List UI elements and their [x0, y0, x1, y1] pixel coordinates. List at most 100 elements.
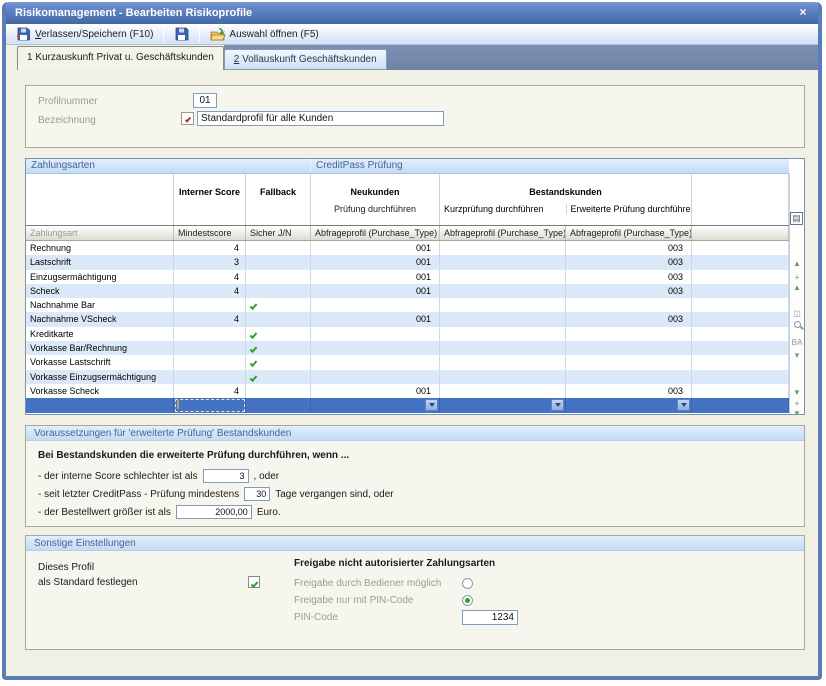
scroll-last-icon[interactable]: ▼: [791, 409, 803, 415]
order-value-input[interactable]: [176, 505, 252, 519]
search-icon[interactable]: [791, 321, 803, 332]
cell-abfrageprofil-neu[interactable]: 001: [311, 384, 440, 398]
cell-zahlungsart[interactable]: Lastschrift: [26, 255, 174, 269]
cell-abfrageprofil-neu[interactable]: 001: [311, 312, 440, 326]
header-kurzpruefung[interactable]: Kurzprüfung durchführen: [440, 204, 566, 214]
scroll-first-icon[interactable]: ▲: [791, 259, 803, 270]
cell-abfrageprofil-neu[interactable]: 001: [311, 270, 440, 284]
row-up-icon[interactable]: ▲: [791, 283, 803, 294]
cell-abfrageprofil-kurz[interactable]: [440, 384, 566, 398]
default-profile-checkbox[interactable]: [248, 576, 260, 588]
cell-abfrageprofil-neu[interactable]: [311, 298, 440, 312]
cell-zahlungsart[interactable]: Vorkasse Lastschrift: [26, 355, 174, 369]
columns-icon[interactable]: ◫: [791, 309, 803, 320]
cell-zahlungsart[interactable]: Nachnahme VScheck: [26, 312, 174, 326]
dropdown-button[interactable]: [425, 399, 438, 411]
column-chooser-icon[interactable]: ▤: [790, 212, 803, 225]
cell-zahlungsart[interactable]: Vorkasse Scheck: [26, 384, 174, 398]
cell-zahlungsart[interactable]: Rechnung: [26, 241, 174, 255]
cell-filler[interactable]: [692, 398, 789, 412]
cell-mindestscore[interactable]: 4: [174, 312, 246, 326]
cell-abfrageprofil-kurz[interactable]: [440, 355, 566, 369]
subheader-sicher[interactable]: Sicher J/N: [246, 226, 311, 240]
verify-check-icon[interactable]: [181, 112, 194, 125]
close-button[interactable]: ×: [795, 5, 811, 21]
cell-mindestscore[interactable]: [174, 398, 246, 412]
header-erweiterte[interactable]: Erweiterte Prüfung durchführen: [566, 204, 692, 214]
cell-zahlungsart[interactable]: Einzugsermächtigung: [26, 270, 174, 284]
cell-zahlungsart[interactable]: Kreditkarte: [26, 327, 174, 341]
profilnummer-input[interactable]: [193, 93, 217, 108]
cell-abfrageprofil-erw[interactable]: 003: [566, 255, 692, 269]
tab-kurzauskunft[interactable]: 1 Kurzauskunft Privat u. Geschäftskunden: [17, 46, 224, 70]
header-neukunden[interactable]: Neukunden Prüfung durchführen: [311, 174, 440, 225]
subheader-mindestscore[interactable]: Mindestscore: [174, 226, 246, 240]
subheader-abfrageprofil-kurz[interactable]: Abfrageprofil (Purchase_Type): [440, 226, 566, 240]
cell-sicher[interactable]: [246, 312, 311, 326]
cell-abfrageprofil-kurz[interactable]: [440, 255, 566, 269]
pin-code-input[interactable]: [462, 610, 518, 625]
cell-zahlungsart[interactable]: Scheck: [26, 284, 174, 298]
cell-abfrageprofil-kurz[interactable]: [440, 298, 566, 312]
cell-abfrageprofil-erw[interactable]: 003: [566, 270, 692, 284]
cell-abfrageprofil-neu[interactable]: [311, 370, 440, 384]
header-empty[interactable]: [26, 174, 174, 225]
cell-abfrageprofil-erw[interactable]: [566, 298, 692, 312]
cell-abfrageprofil-neu[interactable]: [311, 355, 440, 369]
cell-abfrageprofil-erw[interactable]: 003: [566, 284, 692, 298]
cell-mindestscore[interactable]: [174, 355, 246, 369]
cell-sicher[interactable]: [246, 398, 311, 412]
cell-abfrageprofil-kurz[interactable]: [440, 327, 566, 341]
cell-abfrageprofil-erw[interactable]: [566, 398, 692, 412]
cell-mindestscore[interactable]: 3: [174, 255, 246, 269]
cell-abfrageprofil-kurz[interactable]: [440, 241, 566, 255]
open-selection-button[interactable]: Auswahl öffnen (F5): [205, 25, 323, 43]
dropdown-button[interactable]: [551, 399, 564, 411]
cell-zahlungsart[interactable]: [26, 398, 174, 412]
header-fallback[interactable]: Fallback: [246, 174, 311, 225]
save-exit-button[interactable]: Verlassen/Speichern (F10): [11, 25, 158, 43]
cell-abfrageprofil-erw[interactable]: [566, 341, 692, 355]
cell-abfrageprofil-kurz[interactable]: [440, 341, 566, 355]
subheader-zahlungsart[interactable]: Zahlungsart: [26, 226, 174, 240]
cell-sicher[interactable]: [246, 284, 311, 298]
cell-mindestscore[interactable]: 4: [174, 384, 246, 398]
cell-abfrageprofil-neu[interactable]: 001: [311, 255, 440, 269]
days-threshold-input[interactable]: [244, 487, 270, 501]
cell-abfrageprofil-erw[interactable]: 003: [566, 384, 692, 398]
band-creditpass[interactable]: CreditPass Prüfung: [311, 159, 789, 173]
cell-mindestscore[interactable]: [174, 298, 246, 312]
subheader-abfrageprofil-erw[interactable]: Abfrageprofil (Purchase_Type): [566, 226, 692, 240]
cell-mindestscore[interactable]: [174, 370, 246, 384]
cell-abfrageprofil-erw[interactable]: 003: [566, 241, 692, 255]
release-pin-radio[interactable]: [462, 595, 473, 606]
cell-sicher[interactable]: [246, 298, 311, 312]
cell-abfrageprofil-kurz[interactable]: [440, 370, 566, 384]
selected-new-row[interactable]: [26, 398, 789, 412]
cell-sicher[interactable]: [246, 327, 311, 341]
cell-abfrageprofil-erw[interactable]: [566, 355, 692, 369]
score-threshold-input[interactable]: [203, 469, 249, 483]
cell-abfrageprofil-erw[interactable]: [566, 327, 692, 341]
cell-abfrageprofil-erw[interactable]: 003: [566, 312, 692, 326]
cell-sicher[interactable]: [246, 355, 311, 369]
release-operator-radio[interactable]: [462, 578, 473, 589]
cell-mindestscore[interactable]: 4: [174, 241, 246, 255]
filter-icon[interactable]: ▼: [791, 351, 803, 362]
cell-abfrageprofil-neu[interactable]: 001: [311, 241, 440, 255]
cell-sicher[interactable]: [246, 370, 311, 384]
cell-mindestscore[interactable]: [174, 327, 246, 341]
cell-abfrageprofil-kurz[interactable]: [440, 312, 566, 326]
header-interner-score[interactable]: Interner Score: [174, 174, 246, 225]
cell-abfrageprofil-neu[interactable]: [311, 398, 440, 412]
cell-sicher[interactable]: [246, 270, 311, 284]
cell-zahlungsart[interactable]: Nachnahme Bar: [26, 298, 174, 312]
subheader-abfrageprofil-neu[interactable]: Abfrageprofil (Purchase_Type): [311, 226, 440, 240]
cell-zahlungsart[interactable]: Vorkasse Bar/Rechnung: [26, 341, 174, 355]
cell-mindestscore[interactable]: [174, 341, 246, 355]
cell-mindestscore[interactable]: 4: [174, 270, 246, 284]
dropdown-button[interactable]: [677, 399, 690, 411]
cell-mindestscore[interactable]: 4: [174, 284, 246, 298]
cell-abfrageprofil-kurz[interactable]: [440, 284, 566, 298]
bezeichnung-input[interactable]: [197, 111, 444, 126]
